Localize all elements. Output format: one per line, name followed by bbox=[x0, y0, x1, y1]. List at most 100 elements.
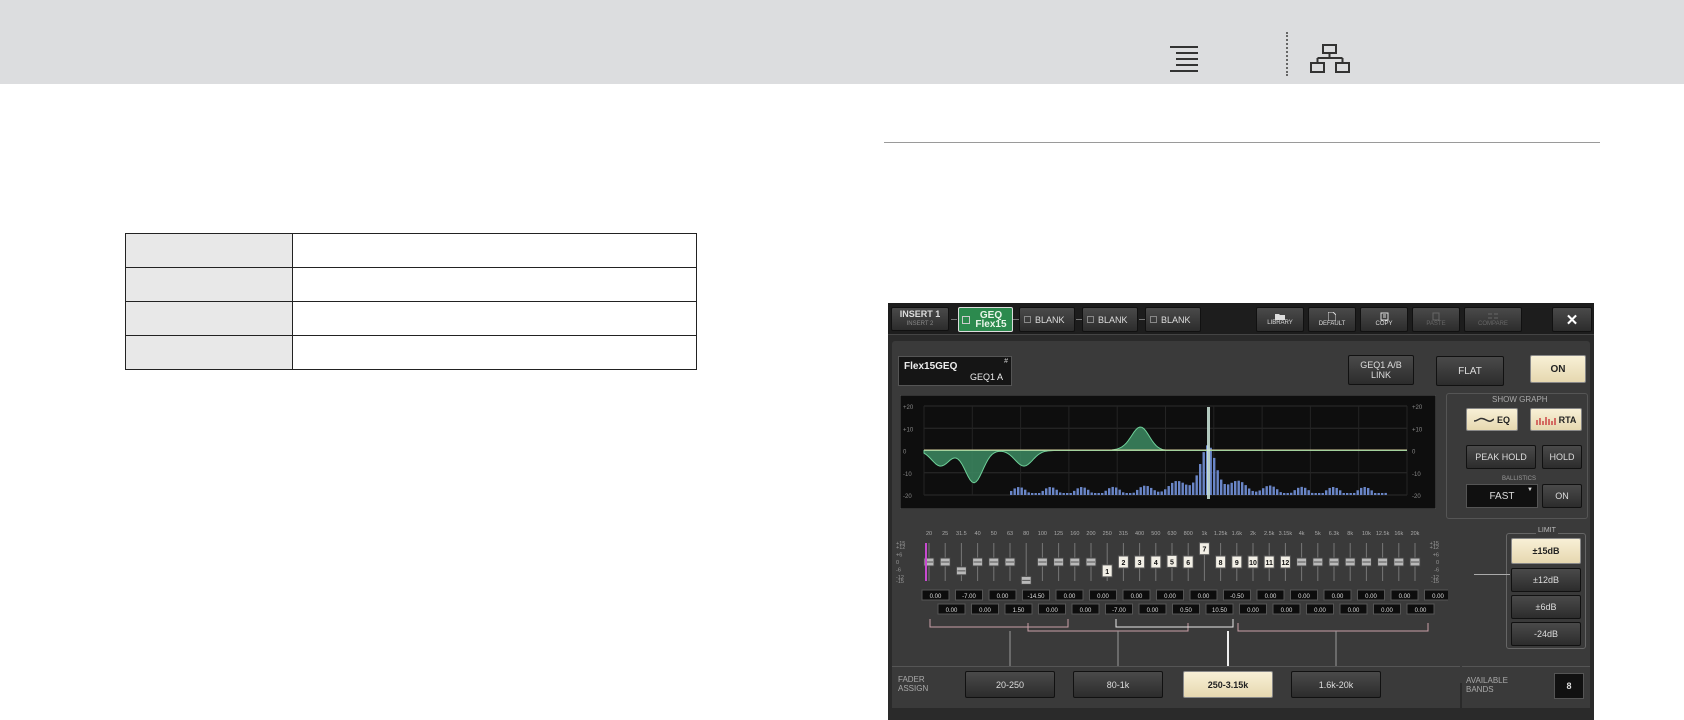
rta-bar bbox=[1115, 487, 1118, 495]
value-text-row2: 0.00 bbox=[1046, 608, 1058, 614]
rta-bar bbox=[1234, 481, 1237, 495]
value-text-row1: 0.00 bbox=[997, 594, 1009, 600]
freq-label: 100 bbox=[1038, 531, 1047, 537]
rta-bar bbox=[1073, 490, 1076, 495]
fader-assign-1k6-20k[interactable]: 1.6k-20k bbox=[1291, 671, 1381, 698]
on-button[interactable]: ON bbox=[1530, 355, 1586, 383]
ballistics-on-button[interactable]: ON bbox=[1542, 484, 1582, 508]
eq-cursor[interactable] bbox=[1207, 407, 1210, 499]
flat-button[interactable]: FLAT bbox=[1436, 356, 1504, 386]
header-bar bbox=[0, 0, 1684, 84]
hierarchy-icon[interactable] bbox=[1310, 43, 1350, 75]
value-text-row1: 0.00 bbox=[1265, 594, 1277, 600]
band-number: 6 bbox=[1186, 560, 1190, 567]
limit-15db-button[interactable]: ±15dB bbox=[1511, 538, 1581, 564]
rta-bar bbox=[1244, 485, 1247, 495]
insert-selector[interactable]: INSERT 1 INSERT 2 bbox=[891, 307, 949, 331]
default-button[interactable]: DEFAULT bbox=[1308, 307, 1356, 332]
show-eq-label: EQ bbox=[1496, 414, 1510, 425]
rta-bar bbox=[1374, 493, 1377, 495]
freq-label: 4k bbox=[1299, 531, 1305, 537]
freq-label: 1k bbox=[1201, 531, 1207, 537]
value-text-row1: -7.00 bbox=[962, 594, 976, 600]
link-line2: LINK bbox=[1370, 370, 1391, 380]
value-text-row2: 0.00 bbox=[1348, 608, 1360, 614]
slot-2-blank[interactable]: BLANK bbox=[1019, 307, 1075, 332]
limit-6db-button[interactable]: ±6dB bbox=[1511, 595, 1581, 619]
default-label: DEFAULT bbox=[1318, 321, 1346, 327]
rta-bar bbox=[1181, 482, 1184, 495]
rta-bar bbox=[1167, 486, 1170, 495]
fader-scale-left: +6 bbox=[896, 552, 902, 558]
rta-bar bbox=[1101, 493, 1104, 495]
rta-bar bbox=[1048, 487, 1051, 495]
compare-icon bbox=[1488, 313, 1498, 319]
rta-bar bbox=[1318, 493, 1321, 495]
link-line1: GEQ1 A/B bbox=[1360, 360, 1402, 370]
rta-bar bbox=[1087, 489, 1090, 495]
rack-unit: GEQ1 A bbox=[969, 372, 1003, 382]
limit-12db-button[interactable]: ±12dB bbox=[1511, 568, 1581, 592]
fader-scale-right: -6 bbox=[1434, 568, 1439, 574]
rta-bar bbox=[1178, 481, 1181, 495]
rta-bar bbox=[1241, 482, 1244, 495]
ballistics-value: FAST bbox=[1489, 490, 1515, 502]
geq-link-button[interactable]: GEQ1 A/B LINK bbox=[1348, 355, 1414, 385]
ballistics-select[interactable]: FAST ▼ bbox=[1466, 484, 1538, 508]
peak-hold-button[interactable]: PEAK HOLD bbox=[1466, 445, 1536, 469]
limit-24db-button[interactable]: -24dB bbox=[1511, 622, 1581, 646]
show-eq-button[interactable]: EQ bbox=[1466, 408, 1518, 431]
paste-label: PASTE bbox=[1426, 321, 1446, 327]
freq-label: 500 bbox=[1151, 531, 1160, 537]
freq-label: 25 bbox=[942, 531, 948, 537]
table-row bbox=[125, 267, 697, 302]
slot-3-blank[interactable]: BLANK bbox=[1082, 307, 1138, 332]
freq-label: 20 bbox=[926, 531, 932, 537]
rta-bar bbox=[1090, 492, 1093, 495]
rta-bar bbox=[1335, 487, 1338, 495]
hold-button[interactable]: HOLD bbox=[1542, 445, 1582, 469]
compare-button[interactable]: COMPARE bbox=[1464, 307, 1522, 332]
rta-bar bbox=[1108, 488, 1111, 495]
copy-button[interactable]: COPY bbox=[1360, 307, 1408, 332]
hold-label: HOLD bbox=[1549, 452, 1575, 462]
y-tick-left: +10 bbox=[903, 427, 914, 433]
show-rta-button[interactable]: RTA bbox=[1530, 408, 1582, 431]
rta-bar bbox=[1129, 493, 1132, 495]
band-number: 5 bbox=[1170, 559, 1174, 566]
rta-bar bbox=[1136, 489, 1139, 495]
band-number: 9 bbox=[1235, 560, 1239, 567]
freq-label: 63 bbox=[1007, 531, 1013, 537]
flat-label: FLAT bbox=[1458, 365, 1482, 377]
slot-4-label: BLANK bbox=[1161, 314, 1191, 325]
rta-bar bbox=[1328, 487, 1331, 495]
rta-bar bbox=[1038, 493, 1041, 495]
slot-2-indicator-icon bbox=[1024, 316, 1031, 323]
slot-connector bbox=[1076, 319, 1082, 320]
rta-bar bbox=[1185, 484, 1188, 495]
freq-label: 40 bbox=[975, 531, 981, 537]
slot-4-blank[interactable]: BLANK bbox=[1145, 307, 1201, 332]
paste-button[interactable]: PASTE bbox=[1412, 307, 1460, 332]
rta-bar bbox=[1262, 488, 1265, 495]
library-button[interactable]: LIBRARY bbox=[1256, 307, 1304, 332]
available-bands-line1: AVAILABLE bbox=[1466, 676, 1508, 685]
rta-bar bbox=[1111, 486, 1114, 495]
parameter-table bbox=[125, 233, 697, 370]
fader-scale-right: +6 bbox=[1433, 552, 1439, 558]
fader-assign-20-250[interactable]: 20-250 bbox=[965, 671, 1055, 698]
fader-assign-80-1k[interactable]: 80-1k bbox=[1073, 671, 1163, 698]
fader-assign-250-3k[interactable]: 250-3.15k bbox=[1183, 671, 1273, 698]
fader-scale-left: -6 bbox=[896, 568, 901, 574]
rack-module-name: Flex15GEQ bbox=[904, 361, 958, 372]
close-button[interactable]: ✕ bbox=[1552, 307, 1592, 332]
limit-6db-label: ±6dB bbox=[1535, 602, 1557, 612]
rta-bar bbox=[1230, 482, 1233, 495]
limit-connector bbox=[1474, 574, 1510, 575]
slot-1-geq[interactable]: GEQ Flex15 bbox=[958, 307, 1013, 332]
align-right-icon[interactable] bbox=[1166, 44, 1200, 72]
rta-bar bbox=[1160, 491, 1163, 495]
rta-bar bbox=[1384, 492, 1387, 495]
value-text-row1: 0.00 bbox=[1332, 594, 1344, 600]
band-number: 4 bbox=[1154, 560, 1158, 567]
